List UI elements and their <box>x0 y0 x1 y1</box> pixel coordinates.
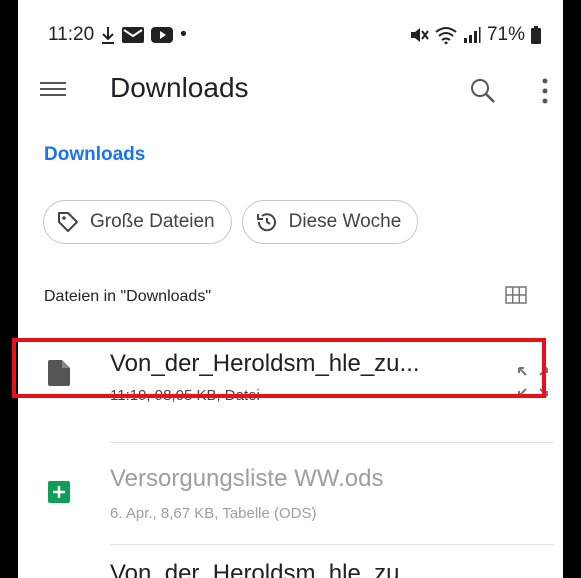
grid-view-icon[interactable] <box>505 286 527 304</box>
download-icon <box>102 27 115 44</box>
wifi-icon <box>435 27 457 44</box>
chip-label: Diese Woche <box>288 211 402 232</box>
search-icon[interactable] <box>468 76 498 106</box>
mute-icon <box>410 28 429 42</box>
tag-icon <box>58 212 78 232</box>
status-time: 11:20 <box>48 24 95 45</box>
menu-button[interactable] <box>40 78 66 100</box>
status-right: 71% <box>409 24 541 46</box>
mail-icon <box>122 27 145 43</box>
battery-icon <box>531 26 541 44</box>
filter-chips: Große Dateien Diese Woche <box>43 200 419 244</box>
chip-large-files[interactable]: Große Dateien <box>43 200 232 244</box>
spreadsheet-icon <box>48 481 70 503</box>
chip-this-week[interactable]: Diese Woche <box>241 200 419 244</box>
history-icon <box>256 213 276 232</box>
signal-icon <box>463 27 481 43</box>
file-name: Versorgungsliste WW.ods <box>110 465 384 492</box>
divider <box>110 442 553 443</box>
battery-percent: 71% <box>486 24 525 45</box>
app-bar: Downloads <box>18 60 563 124</box>
hamburger-line <box>40 94 66 96</box>
status-left: 11:20 • <box>48 24 187 46</box>
status-dot: • <box>180 24 187 45</box>
breadcrumb[interactable]: Downloads <box>44 144 145 166</box>
screen: 11:20 • 71% Downloads Downloads Große Da… <box>18 0 563 578</box>
divider <box>110 544 553 545</box>
section-label: Dateien in "Downloads" <box>44 288 212 305</box>
youtube-icon <box>151 27 174 43</box>
status-bar: 11:20 • 71% <box>18 0 563 60</box>
file-row[interactable]: Versorgungsliste WW.ods 6. Apr., 8,67 KB… <box>18 455 563 535</box>
hamburger-line <box>40 88 66 90</box>
hamburger-icon <box>40 82 66 84</box>
chip-label: Große Dateien <box>90 211 215 232</box>
more-options-icon[interactable] <box>540 76 550 106</box>
file-meta: 6. Apr., 8,67 KB, Tabelle (ODS) <box>110 505 317 522</box>
file-name: Von_der_Heroldsm_hle_zu <box>110 560 400 578</box>
page-title: Downloads <box>110 72 249 103</box>
highlight-frame <box>12 338 546 398</box>
file-row[interactable]: Von_der_Heroldsm_hle_zu <box>18 560 563 578</box>
